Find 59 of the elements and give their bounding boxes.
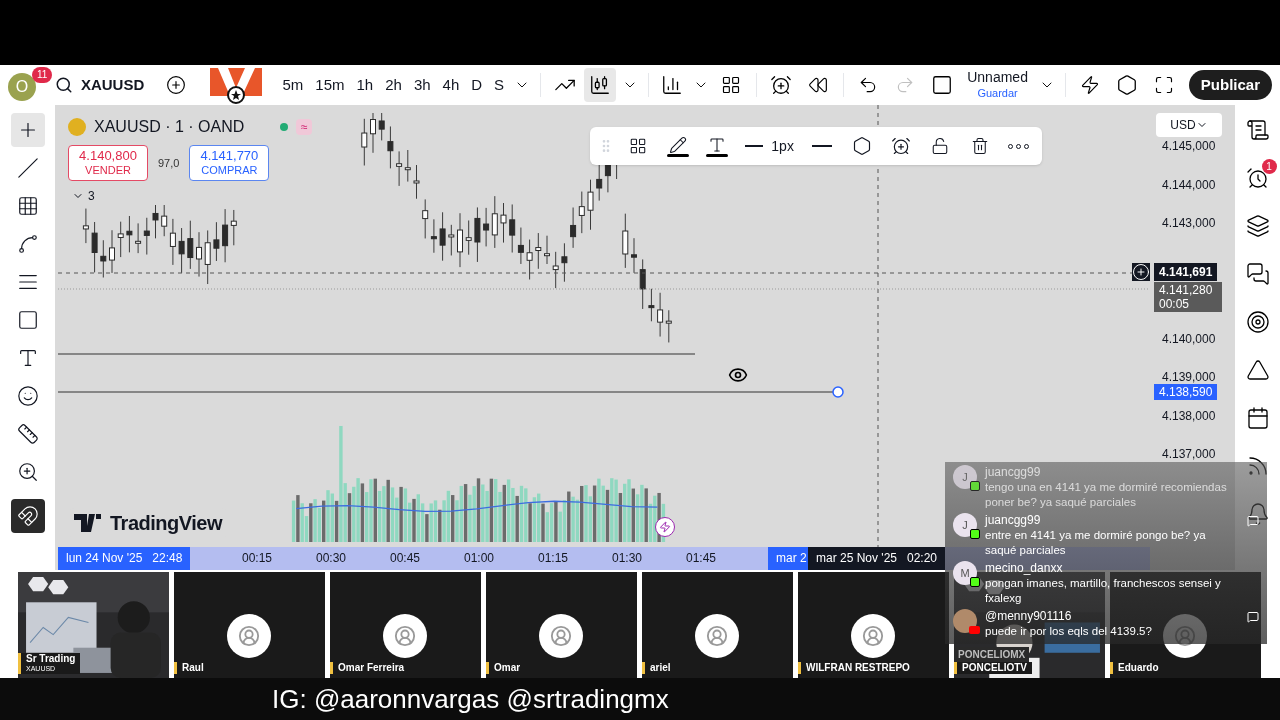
interval-button[interactable]: D	[467, 69, 487, 101]
chat-message: pongan imanes, martillo, franchescos sensei y fxalexg	[985, 576, 1222, 606]
line-width-button[interactable]: 1px	[741, 131, 798, 161]
interval-button[interactable]: 4h	[438, 69, 464, 101]
interval-button[interactable]: 15m	[311, 69, 349, 101]
price-tick: 4.140,000	[1162, 330, 1216, 348]
time-cut-label: mar 2	[768, 547, 811, 570]
price-tick: 4.137,000	[1162, 446, 1216, 463]
line-price-label: 4.138,590	[1154, 383, 1218, 400]
participant-name: Eduardo	[1118, 661, 1159, 674]
notification-count: 11	[32, 67, 53, 83]
participant-name: Omar	[494, 661, 521, 674]
spread-value: 97,0	[158, 155, 180, 171]
crosshair-price-label: 4.141,691	[1154, 263, 1218, 282]
price-tick: 4.144,000	[1162, 176, 1216, 194]
time-tick: 01:15	[538, 550, 569, 567]
chat-username: @menny901116	[985, 609, 1072, 624]
time-tick: 01:00	[464, 550, 495, 567]
buy-button[interactable]: 4.141,770 COMPRAR	[189, 145, 270, 181]
layout-name[interactable]: Unnamed	[967, 69, 1028, 87]
chat-username: juancgg99	[985, 465, 1041, 480]
indicators-toggle[interactable]: 3	[68, 187, 99, 205]
brand-name: TradingView	[110, 511, 222, 536]
price-tick: 4.145,000	[1162, 138, 1216, 155]
chat-message: entre en 4141 ya me dormiré pongo be? ya saqué parciales	[985, 528, 1207, 558]
interval-button[interactable]: 2h	[381, 69, 406, 101]
interval-button[interactable]: 1h	[352, 69, 378, 101]
symbol-title: XAUUSD · 1 · OAND	[94, 117, 245, 137]
participant-name: Sr Trading	[26, 652, 76, 666]
time-start-label: lun 24 Nov '25 22:48	[58, 547, 191, 570]
price-tick: 4.139,000	[1162, 369, 1216, 386]
participant-name: PONCELIOTV	[962, 661, 1027, 674]
time-tick: 00:30	[316, 550, 347, 567]
chat-message: tengo una en 4141 ya me dormiré recomiendas poner be? ya saqué parciales	[985, 480, 1228, 510]
chat-username: juancgg99	[985, 513, 1041, 528]
participant-name: Raul	[182, 661, 204, 674]
caption-text: IG: @aaronnvargas @srtradingmx	[272, 682, 669, 716]
interval-button[interactable]: S	[490, 69, 509, 101]
publish-button[interactable]: Publicar	[1188, 70, 1272, 100]
price-tick: 4.138,000	[1162, 407, 1216, 425]
time-tick: 00:15	[242, 550, 273, 567]
participant-name: ariel	[650, 661, 671, 674]
currency-dropdown[interactable]: USD	[1156, 113, 1222, 137]
alerts-badge: 1	[1261, 159, 1277, 174]
price-tick: 4.143,000	[1162, 215, 1216, 232]
time-tick: 01:30	[612, 550, 643, 567]
last-price-label: 4.141,280 00:05	[1154, 282, 1222, 313]
interval-button[interactable]: 3h	[409, 69, 435, 101]
chat-message: puede ir por los eqls del 4139.5?	[985, 624, 1152, 639]
participant-name: WILFRAN RESTREPO	[806, 661, 910, 674]
sell-button[interactable]: 4.140,800 VENDER	[68, 145, 148, 181]
participant-name: Omar Ferreira	[338, 661, 405, 674]
save-link[interactable]: Guardar	[977, 86, 1018, 101]
chat-username: mecino_danxx	[985, 561, 1063, 576]
time-tick: 01:45	[686, 550, 717, 567]
interval-button[interactable]: 5m	[278, 69, 308, 101]
time-cursor-label: mar 25 Nov '25 02:20	[808, 547, 946, 570]
time-tick: 00:45	[390, 550, 421, 567]
wave-badge: ≈	[296, 119, 313, 135]
